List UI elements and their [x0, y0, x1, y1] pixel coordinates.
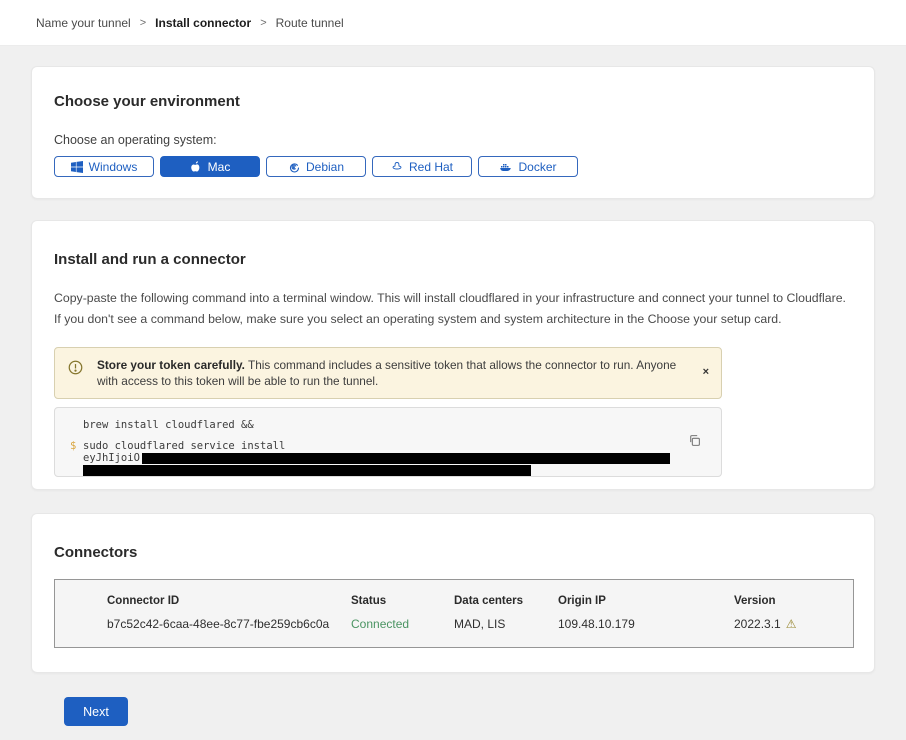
os-button-label: Red Hat [409, 160, 453, 174]
os-select-label: Choose an operating system: [54, 133, 852, 147]
docker-icon [499, 161, 512, 173]
os-button-label: Windows [89, 160, 138, 174]
shell-prompt: $ [70, 441, 76, 452]
copy-icon[interactable] [688, 434, 701, 450]
os-button-redhat[interactable]: Red Hat [372, 156, 472, 177]
token-warning-text: Store your token carefully. This command… [83, 357, 703, 389]
connector-origin-ip-value: 109.48.10.179 [558, 617, 734, 631]
token-redaction-bar [142, 453, 670, 464]
token-warning-bold: Store your token carefully. [97, 358, 245, 372]
col-header-status: Status [351, 595, 454, 607]
close-icon[interactable]: × [703, 364, 709, 380]
code-line-token: eyJhIjoiO [83, 452, 721, 464]
next-button[interactable]: Next [64, 697, 128, 726]
apple-icon [190, 160, 202, 173]
code-line-sudo: $sudo cloudflared service install [83, 441, 721, 452]
breadcrumb-route-tunnel[interactable]: Route tunnel [276, 16, 344, 30]
page-content: Choose your environment Choose an operat… [0, 66, 906, 726]
redhat-icon [391, 161, 403, 173]
choose-environment-card: Choose your environment Choose an operat… [31, 66, 875, 199]
os-button-label: Docker [518, 160, 556, 174]
connector-table-row: b7c52c42-6caa-48ee-8c77-fbe259cb6c0a Con… [107, 617, 853, 631]
breadcrumb-install-connector[interactable]: Install connector [155, 16, 251, 30]
connectors-table-header-row: Connector ID Status Data centers Origin … [107, 595, 853, 607]
windows-icon [71, 161, 83, 173]
connector-version-value: 2022.3.1 ⚠ [734, 617, 853, 631]
install-description: Copy-paste the following command into a … [54, 288, 852, 330]
alert-circle-icon [68, 360, 83, 380]
install-command-code-block: brew install cloudflared && $sudo cloudf… [54, 407, 722, 477]
token-warning-banner: Store your token carefully. This command… [54, 347, 722, 399]
connectors-card-title: Connectors [54, 544, 852, 561]
col-header-origin-ip: Origin IP [558, 595, 734, 607]
code-command-text: sudo cloudflared service install [83, 440, 285, 452]
os-button-row: Windows Mac Debian Red Hat [54, 156, 852, 177]
os-button-windows[interactable]: Windows [54, 156, 154, 177]
token-prefix-text: eyJhIjoiO [83, 452, 140, 464]
os-button-debian[interactable]: Debian [266, 156, 366, 177]
install-card-title: Install and run a connector [54, 251, 852, 268]
token-redaction-bar [83, 465, 531, 476]
connector-id-value: b7c52c42-6caa-48ee-8c77-fbe259cb6c0a [107, 617, 351, 631]
version-number: 2022.3.1 [734, 617, 781, 631]
breadcrumb-separator: > [140, 17, 146, 29]
debian-icon [288, 161, 300, 173]
connectors-card: Connectors Connector ID Status Data cent… [31, 513, 875, 673]
code-line-brew: brew install cloudflared && [83, 420, 721, 431]
col-header-connector-id: Connector ID [107, 595, 351, 607]
os-button-label: Mac [208, 160, 231, 174]
os-button-docker[interactable]: Docker [478, 156, 578, 177]
col-header-version: Version [734, 595, 853, 607]
breadcrumb: Name your tunnel > Install connector > R… [36, 16, 344, 30]
warning-triangle-icon: ⚠ [786, 618, 797, 630]
install-connector-card: Install and run a connector Copy-paste t… [31, 220, 875, 490]
breadcrumb-name-your-tunnel[interactable]: Name your tunnel [36, 16, 131, 30]
environment-card-title: Choose your environment [54, 93, 852, 110]
top-bar: Name your tunnel > Install connector > R… [0, 0, 906, 46]
connector-data-centers-value: MAD, LIS [454, 617, 558, 631]
connectors-table: Connector ID Status Data centers Origin … [54, 579, 854, 648]
breadcrumb-separator: > [260, 17, 266, 29]
col-header-data-centers: Data centers [454, 595, 558, 607]
connector-status-value: Connected [351, 617, 454, 631]
os-button-label: Debian [306, 160, 344, 174]
os-button-mac[interactable]: Mac [160, 156, 260, 177]
